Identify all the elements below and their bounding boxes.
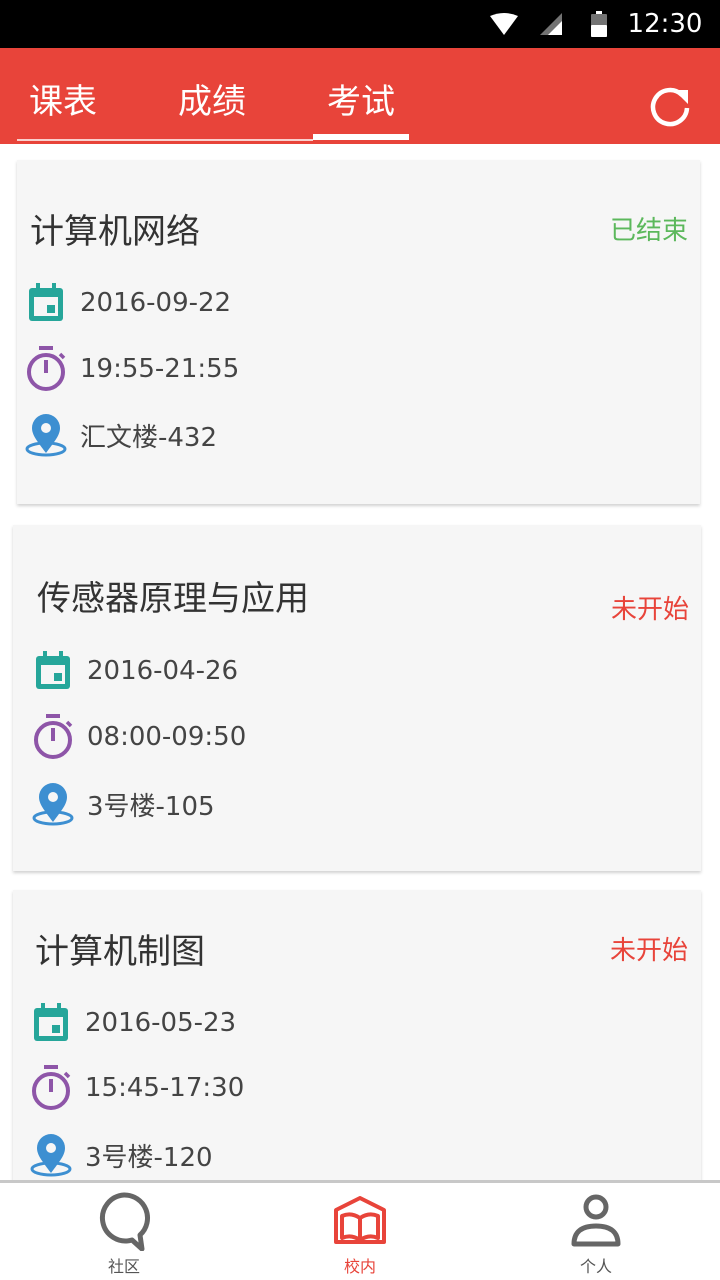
exam-status-badge: 未开始 bbox=[610, 595, 689, 625]
nav-campus[interactable]: 校内 bbox=[290, 1183, 430, 1280]
tab-timetable[interactable]: 课表 bbox=[17, 72, 109, 132]
exam-location-row: 汇文楼-432 bbox=[24, 413, 217, 457]
status-bar: 12:30 bbox=[0, 0, 720, 48]
person-icon bbox=[526, 1191, 666, 1251]
exam-location: 3号楼-105 bbox=[87, 791, 215, 822]
nav-campus-label: 校内 bbox=[343, 1257, 376, 1276]
location-pin-icon bbox=[31, 782, 75, 826]
exam-time: 08:00-09:50 bbox=[87, 722, 247, 752]
location-pin-icon bbox=[24, 413, 68, 457]
exam-date: 2016-09-22 bbox=[80, 288, 232, 318]
chat-bubble-icon bbox=[54, 1191, 194, 1251]
calendar-icon bbox=[31, 649, 75, 693]
bottom-navigation: 社区 校内 个人 bbox=[0, 1180, 720, 1280]
exam-location: 3号楼-120 bbox=[85, 1142, 213, 1173]
exam-location-row: 3号楼-120 bbox=[29, 1133, 213, 1177]
tab-exams[interactable]: 考试 bbox=[313, 72, 409, 132]
calendar-icon bbox=[29, 1001, 73, 1045]
wifi-icon bbox=[486, 0, 522, 48]
refresh-icon bbox=[650, 87, 690, 127]
exam-date: 2016-04-26 bbox=[87, 656, 239, 686]
exam-date-row: 2016-05-23 bbox=[29, 1001, 236, 1045]
cellular-signal-icon bbox=[536, 0, 566, 48]
exam-time-row: 15:45-17:30 bbox=[29, 1065, 245, 1110]
exam-title: 传感器原理与应用 bbox=[37, 579, 309, 619]
nav-personal-label: 个人 bbox=[579, 1257, 612, 1276]
exam-card[interactable]: 计算机制图 未开始 2016-05-23 15:45-17:30 3号楼-120 bbox=[13, 890, 701, 1180]
exam-time: 15:45-17:30 bbox=[85, 1073, 245, 1103]
tab-underline-track bbox=[17, 139, 313, 141]
exam-title: 计算机网络 bbox=[30, 212, 200, 252]
top-tab-bar: 课表 成绩 考试 bbox=[0, 48, 720, 144]
book-icon bbox=[290, 1191, 430, 1251]
refresh-button[interactable] bbox=[644, 82, 696, 134]
battery-icon bbox=[586, 0, 612, 48]
location-pin-icon bbox=[29, 1133, 73, 1177]
active-tab-indicator bbox=[313, 134, 409, 140]
exam-status-badge: 未开始 bbox=[609, 936, 688, 966]
stopwatch-icon bbox=[24, 346, 68, 391]
exam-date-row: 2016-09-22 bbox=[24, 281, 231, 325]
tab-grades[interactable]: 成绩 bbox=[164, 72, 260, 132]
exam-date: 2016-05-23 bbox=[85, 1008, 237, 1038]
exam-date-row: 2016-04-26 bbox=[31, 649, 238, 693]
calendar-icon bbox=[24, 281, 68, 325]
exam-status-badge: 已结束 bbox=[609, 216, 688, 246]
nav-community-label: 社区 bbox=[107, 1257, 140, 1276]
stopwatch-icon bbox=[31, 714, 75, 759]
exam-time: 19:55-21:55 bbox=[80, 354, 240, 384]
nav-community[interactable]: 社区 bbox=[54, 1183, 194, 1280]
exam-title: 计算机制图 bbox=[35, 932, 205, 972]
exam-card[interactable]: 计算机网络 已结束 2016-09-22 19:55-21:55 汇文楼-432 bbox=[17, 160, 700, 504]
nav-personal[interactable]: 个人 bbox=[526, 1183, 666, 1280]
stopwatch-icon bbox=[29, 1065, 73, 1110]
app-screen: 12:30 课表 成绩 考试 计算机网络 已结束 2016-09-22 19:5… bbox=[0, 0, 720, 1280]
exam-card[interactable]: 传感器原理与应用 未开始 2016-04-26 08:00-09:50 3号楼-… bbox=[13, 525, 701, 871]
exam-location-row: 3号楼-105 bbox=[31, 782, 215, 826]
status-clock: 12:30 bbox=[627, 9, 703, 39]
exam-time-row: 08:00-09:50 bbox=[31, 714, 247, 759]
exam-time-row: 19:55-21:55 bbox=[24, 346, 240, 391]
exam-list[interactable]: 计算机网络 已结束 2016-09-22 19:55-21:55 汇文楼-432 bbox=[0, 144, 720, 1180]
exam-location: 汇文楼-432 bbox=[80, 422, 218, 453]
